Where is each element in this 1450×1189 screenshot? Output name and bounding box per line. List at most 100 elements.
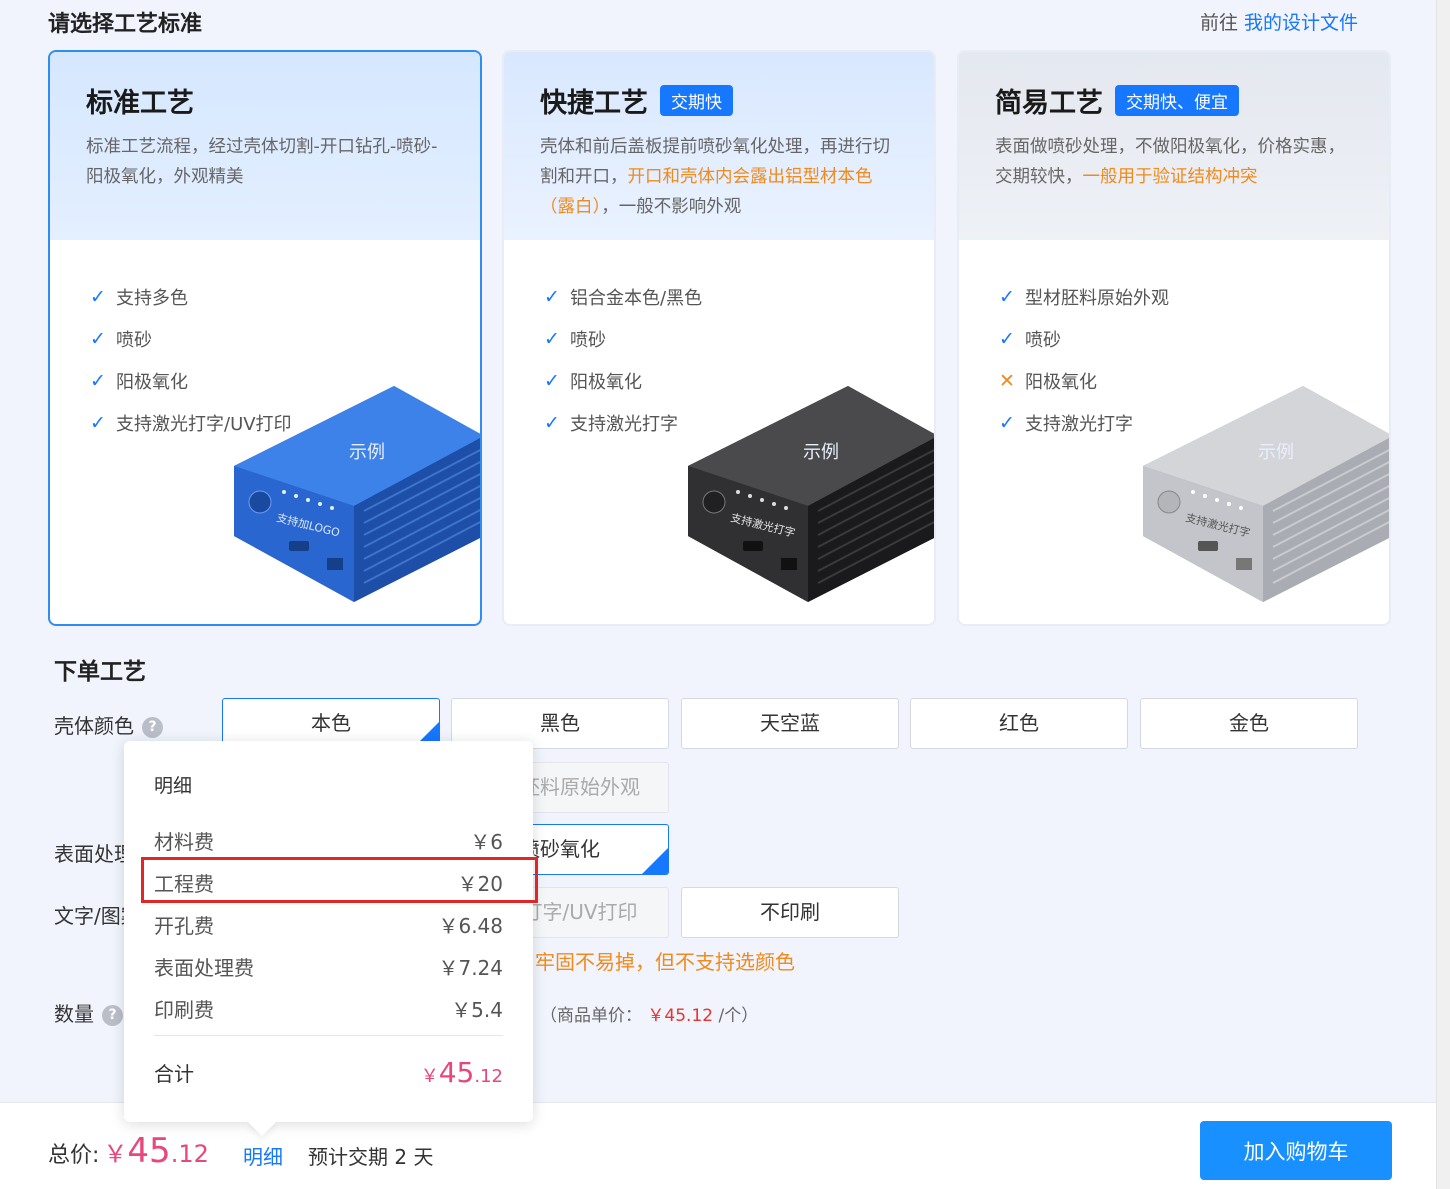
- selected-corner: [642, 848, 668, 874]
- my-design-files-link[interactable]: 我的设计文件: [1244, 12, 1358, 34]
- card-tag: 交期快、便宜: [1115, 84, 1239, 116]
- color-option-label: 天空蓝: [760, 711, 820, 735]
- check-icon: ✓: [544, 412, 560, 434]
- price-row-surface: 表面处理费 ￥7.24: [154, 945, 503, 987]
- unit-price-note: （商品单价： ￥45.12 /个）: [540, 1001, 758, 1026]
- quantity-label: 数量?: [54, 998, 123, 1027]
- check-icon: ✓: [999, 286, 1015, 308]
- detail-link[interactable]: 明细: [243, 1141, 283, 1170]
- vertical-scrollbar[interactable]: [1436, 0, 1450, 1189]
- price-row-name: 材料费: [154, 829, 214, 854]
- product-example-image: 示例 支持激光打字: [1143, 386, 1389, 602]
- currency-symbol: ￥: [420, 1065, 439, 1087]
- example-label: 示例: [1258, 442, 1294, 463]
- check-icon: ✓: [544, 286, 560, 308]
- example-label: 示例: [349, 442, 385, 463]
- print-note: 牢固不易掉，但不支持选颜色: [535, 950, 795, 974]
- quantity-label-text: 数量: [54, 1002, 94, 1026]
- feature-text: 喷砂: [1025, 330, 1061, 351]
- feature-text: 阳极氧化: [1025, 372, 1097, 393]
- feature-text: 支持激光打字: [570, 414, 678, 435]
- check-icon: ✓: [544, 328, 560, 350]
- color-option-red[interactable]: 红色: [910, 698, 1128, 749]
- help-icon[interactable]: ?: [102, 1005, 123, 1026]
- check-icon: ✓: [90, 370, 106, 392]
- feature-text: 支持多色: [116, 288, 188, 309]
- popup-total-row: 合计 ￥45.12: [154, 1036, 503, 1102]
- color-option-gold[interactable]: 金色: [1140, 698, 1358, 749]
- card-description: 表面做喷砂处理，不做阳极氧化，价格实惠，交期较快，一般用于验证结构冲突: [995, 132, 1353, 192]
- goto-prefix: 前往: [1199, 12, 1238, 34]
- total-integer: 45: [127, 1131, 171, 1171]
- example-label: 示例: [803, 442, 839, 463]
- color-option-label: 黑色: [540, 711, 580, 735]
- price-row-value: ￥6: [470, 829, 503, 854]
- delivery-estimate: 预计交期 2 天: [308, 1145, 434, 1169]
- popup-title: 明细: [154, 775, 193, 797]
- shell-color-label-text: 壳体颜色: [54, 714, 134, 738]
- card-title: 快捷工艺: [540, 87, 648, 119]
- currency-symbol: ￥: [103, 1140, 128, 1168]
- price-row-name: 印刷费: [154, 997, 214, 1022]
- shell-color-label: 壳体颜色?: [54, 710, 163, 739]
- check-icon: ✓: [999, 412, 1015, 434]
- unit-price-suffix: /个）: [718, 1006, 759, 1026]
- process-card-standard[interactable]: 标准工艺 标准工艺流程，经过壳体切割-开口钻孔-喷砂-阳极氧化，外观精美 ✓ 支持…: [48, 50, 482, 626]
- total-decimal: .12: [474, 1065, 503, 1087]
- popup-total-label: 合计: [154, 1061, 194, 1086]
- add-to-cart-button[interactable]: 加入购物车: [1200, 1121, 1392, 1180]
- check-icon: ✓: [999, 328, 1015, 350]
- feature-text: 喷砂: [570, 330, 606, 351]
- feature-text: 铝合金本色/黑色: [570, 288, 703, 309]
- print-option-label: 不印刷: [760, 900, 820, 924]
- price-row-name: 工程费: [154, 871, 214, 896]
- price-row-name: 表面处理费: [154, 955, 254, 980]
- cross-icon: ✕: [999, 370, 1015, 392]
- price-row-value: ￥7.24: [438, 955, 503, 980]
- footer-total: 总价: ￥45.12: [48, 1131, 209, 1171]
- product-example-image: 示例 支持激光打字: [688, 386, 934, 602]
- popup-total-value: ￥45.12: [421, 1056, 503, 1089]
- goto-design-files: 前往 我的设计文件: [1200, 8, 1358, 35]
- check-icon: ✓: [544, 370, 560, 392]
- total-integer: 45: [438, 1055, 475, 1089]
- footer-total-label: 总价:: [48, 1143, 100, 1168]
- card-title: 标准工艺: [86, 87, 194, 119]
- help-icon[interactable]: ?: [142, 717, 163, 738]
- process-card-simple[interactable]: 简易工艺 交期快、便宜 表面做喷砂处理，不做阳极氧化，价格实惠，交期较快，一般用…: [957, 50, 1391, 626]
- feature-text: 支持激光打字: [1025, 414, 1133, 435]
- card-desc-highlight: 一般用于验证结构冲突: [1082, 167, 1258, 187]
- feature-item: ✓ 喷砂: [999, 318, 1349, 360]
- page-title: 请选择工艺标准: [48, 12, 203, 37]
- color-option-label: 金色: [1229, 711, 1269, 735]
- feature-item: ✓ 型材胚料原始外观: [999, 276, 1349, 318]
- card-description: 标准工艺流程，经过壳体切割-开口钻孔-喷砂-阳极氧化，外观精美: [86, 132, 444, 192]
- price-row-name: 开孔费: [154, 913, 214, 938]
- unit-price-prefix: （商品单价：: [540, 1006, 642, 1026]
- page: 请选择工艺标准 前往 我的设计文件 标准工艺 标准工艺流程，经过壳体切割-开口钻孔…: [0, 0, 1436, 1189]
- feature-item: ✓ 喷砂: [90, 318, 440, 360]
- card-title: 简易工艺: [995, 87, 1103, 119]
- feature-item: ✓ 铝合金本色/黑色: [544, 276, 894, 318]
- card-desc-tail: ，一般不影响外观: [601, 197, 742, 217]
- color-option-label: 红色: [999, 711, 1039, 735]
- feature-item: ✓ 喷砂: [544, 318, 894, 360]
- card-desc-text: 标准工艺流程，经过壳体切割-开口钻孔-喷砂-阳极氧化，外观精美: [86, 137, 438, 187]
- feature-text: 阳极氧化: [570, 372, 642, 393]
- color-option-sky-blue[interactable]: 天空蓝: [681, 698, 899, 749]
- surface-label: 表面处理: [54, 842, 134, 866]
- process-card-quick[interactable]: 快捷工艺 交期快 壳体和前后盖板提前喷砂氧化处理，再进行切割和开口，开口和壳体内…: [502, 50, 936, 626]
- price-row-value: ￥6.48: [438, 913, 503, 938]
- unit-price-value: ￥45.12: [647, 1006, 714, 1026]
- feature-item: ✓ 支持多色: [90, 276, 440, 318]
- feature-text: 喷砂: [116, 330, 152, 351]
- color-option-label: 本色: [311, 711, 351, 735]
- check-icon: ✓: [90, 286, 106, 308]
- price-detail-rows: 材料费 ￥6 工程费 ￥20 开孔费 ￥6.48 表面处理费 ￥7.24 印刷费 ￥5.4: [154, 819, 503, 1029]
- footer-total-value: ￥45.12: [103, 1131, 208, 1171]
- price-row-material: 材料费 ￥6: [154, 819, 503, 861]
- price-row-value: ￥5.4: [451, 997, 503, 1022]
- print-option-none[interactable]: 不印刷: [681, 887, 899, 938]
- price-row-printing: 印刷费 ￥5.4: [154, 987, 503, 1029]
- price-detail-popup: 明细 材料费 ￥6 工程费 ￥20 开孔费 ￥6.48 表面处理费 ￥7.24 印刷费 ￥…: [124, 741, 533, 1137]
